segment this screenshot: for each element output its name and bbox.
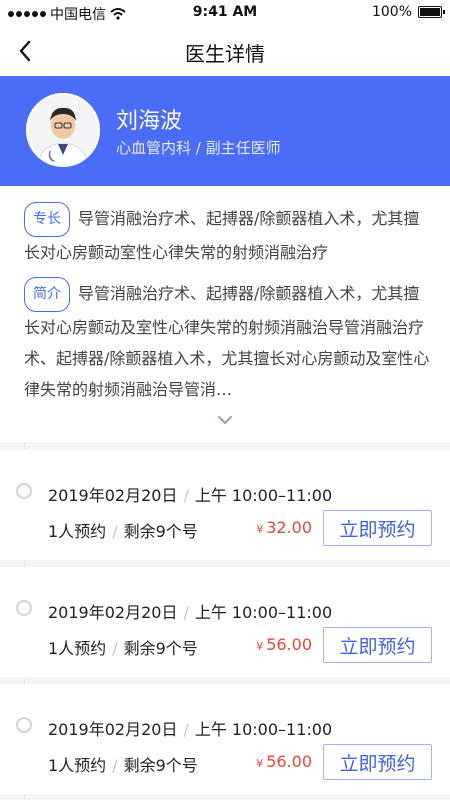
separator: / [183, 720, 189, 739]
slot-time: 上午 10:00–11:00 [194, 720, 333, 739]
timeline-dot [16, 600, 32, 616]
battery-percent: 100% [371, 4, 412, 20]
slot-remaining: 剩余9个号 [123, 756, 198, 775]
slot-booked: 1人预约 [48, 756, 107, 775]
doctor-info: 专长 导管消融治疗术、起搏器/除颤器植入术，尤其擅长对心房颤动室性心律失常的射频消… [0, 186, 450, 442]
schedule-slot: 2019年02月20日 / 上午 10:00–11:00 1人预约 / 剩余9个号 ¥5… [0, 567, 450, 677]
nav-bar: 医生详情 [0, 26, 450, 76]
slot-price: ¥56.00 [256, 752, 312, 771]
battery-group: 100% [371, 4, 445, 20]
intro-block: 简介 导管消融治疗术、起搏器/除颤器植入术，尤其擅长对心房颤动及室性心律失常的射频… [24, 277, 430, 405]
slot-date: 2019年02月20日 [48, 720, 178, 739]
slot-date: 2019年02月20日 [48, 603, 178, 622]
intro-text: 导管消融治疗术、起搏器/除颤器植入术，尤其擅长对心房颤动及室性心律失常的射频消融… [24, 284, 430, 399]
chevron-down-icon[interactable] [217, 414, 233, 426]
slot-price: ¥56.00 [256, 635, 312, 654]
slot-date-time: 2019年02月20日 / 上午 10:00–11:00 [48, 482, 332, 506]
page-title: 医生详情 [185, 42, 265, 66]
intro-tag: 简介 [24, 277, 70, 312]
separator: / [183, 486, 189, 505]
doctor-name: 刘海波 [116, 109, 183, 134]
slot-date-time: 2019年02月20日 / 上午 10:00–11:00 [48, 599, 332, 623]
specialty-tag: 专长 [24, 202, 70, 237]
slot-availability: 1人预约 / 剩余9个号 [48, 635, 198, 659]
slot-booked: 1人预约 [48, 639, 107, 658]
specialty-block: 专长 导管消融治疗术、起搏器/除颤器植入术，尤其擅长对心房颤动室性心律失常的射频消… [24, 202, 430, 268]
separator: / [112, 756, 118, 775]
book-now-button[interactable]: 立即预约 [323, 510, 432, 546]
status-bar: 中国电信 9:41 AM 100% [0, 0, 450, 26]
slot-time: 上午 10:00–11:00 [194, 603, 333, 622]
timeline-dot [16, 717, 32, 733]
schedule-slot: 2019年02月20日 / 上午 10:00–11:00 1人预约 / 剩余9个号 ¥5… [0, 684, 450, 794]
separator: / [112, 639, 118, 658]
currency-symbol: ¥ [256, 640, 264, 653]
slot-availability: 1人预约 / 剩余9个号 [48, 752, 198, 776]
slot-date-time: 2019年02月20日 / 上午 10:00–11:00 [48, 716, 332, 740]
separator: / [183, 603, 189, 622]
separator: / [112, 522, 118, 541]
battery-icon [418, 6, 445, 18]
book-now-button[interactable]: 立即预约 [323, 627, 432, 663]
slot-booked: 1人预约 [48, 522, 107, 541]
price-value: 56.00 [266, 752, 312, 771]
book-now-button[interactable]: 立即预约 [323, 744, 432, 780]
schedule-slot: 2019年02月20日 / 上午 10:00–11:00 1人预约 / 剩余9个号 ¥3… [0, 450, 450, 560]
slot-remaining: 剩余9个号 [123, 522, 198, 541]
doctor-department-title: 心血管内科 / 副主任医师 [116, 139, 281, 157]
slot-date: 2019年02月20日 [48, 486, 178, 505]
price-value: 56.00 [266, 635, 312, 654]
currency-symbol: ¥ [256, 757, 264, 770]
doctor-header: 刘海波 心血管内科 / 副主任医师 [0, 76, 450, 186]
price-value: 32.00 [266, 518, 312, 537]
doctor-avatar [26, 93, 100, 167]
specialty-text: 导管消融治疗术、起搏器/除颤器植入术，尤其擅长对心房颤动室性心律失常的射频消融治… [24, 209, 420, 262]
slot-time: 上午 10:00–11:00 [194, 486, 333, 505]
timeline-dot [16, 483, 32, 499]
slot-remaining: 剩余9个号 [123, 639, 198, 658]
currency-symbol: ¥ [256, 523, 264, 536]
slot-availability: 1人预约 / 剩余9个号 [48, 518, 198, 542]
slot-price: ¥32.00 [256, 518, 312, 537]
